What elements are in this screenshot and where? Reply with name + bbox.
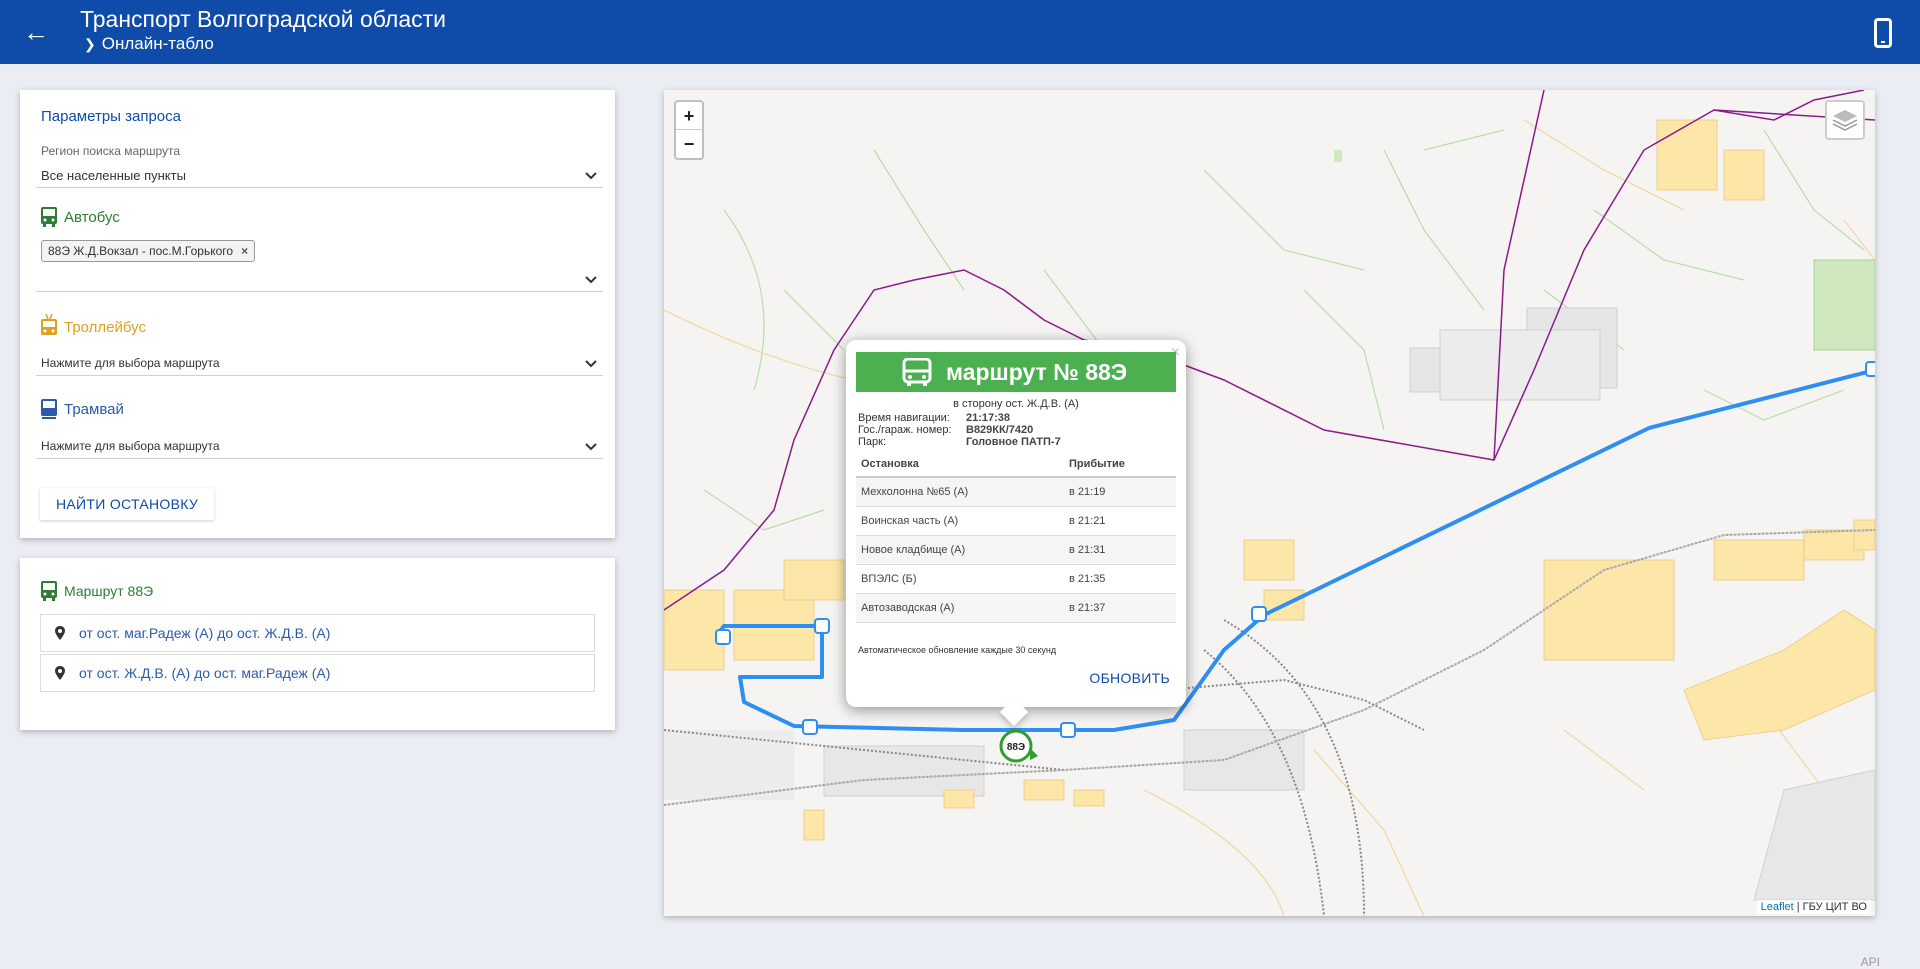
stop-arrival: в 21:31 — [1064, 535, 1176, 565]
vehicle-popup: × маршрут № 88Э в сторону ост. Ж.Д.В. (А… — [846, 340, 1186, 727]
bus-icon — [41, 207, 57, 227]
chevron-down-icon — [585, 276, 597, 284]
zoom-out-button[interactable]: − — [676, 130, 702, 158]
map-view[interactable]: 88Э + − Leaflet | ГБУ ЦИТ ВО × маршрут № — [664, 90, 1875, 916]
vehicle-label: 88Э — [1007, 742, 1025, 753]
query-params-card: Параметры запроса Регион поиска маршрута… — [20, 90, 615, 538]
mobile-phone-icon[interactable] — [1874, 18, 1892, 48]
stop-arrival: в 21:35 — [1064, 564, 1176, 594]
stops-table: Остановка Прибытие Мехколонна №65 (А) в 2… — [856, 452, 1176, 623]
back-arrow-icon[interactable]: ← — [20, 16, 52, 48]
tram-section-title: Трамвай — [40, 398, 124, 420]
stop-arrival: в 21:21 — [1064, 506, 1176, 536]
chevron-down-icon — [585, 443, 597, 451]
route-direction-2[interactable]: от ост. Ж.Д.В. (А) до ост. маг.Радеж (А) — [40, 654, 595, 692]
trolleybus-section-title: Троллейбус — [40, 314, 146, 340]
table-row: Воинская часть (А) в 21:21 — [856, 506, 1176, 536]
zoom-in-button[interactable]: + — [676, 102, 702, 130]
park-label: Парк: — [858, 436, 887, 448]
tram-title-text: Трамвай — [64, 400, 124, 418]
route-card: Маршрут 88Э от ост. маг.Радеж (А) до ост… — [20, 558, 615, 730]
attribution-text: | ГБУ ЦИТ ВО — [1793, 901, 1867, 913]
breadcrumb: ❯ Онлайн-табло — [84, 34, 214, 54]
remove-tag-icon[interactable]: × — [241, 244, 248, 258]
table-row: Мехколонна №65 (А) в 21:19 — [856, 477, 1176, 507]
map-pin-icon — [55, 626, 65, 640]
stop-name: Автозаводская (А) — [856, 593, 1064, 623]
route-card-title: Маршрут 88Э — [40, 580, 153, 602]
chevron-down-icon — [585, 360, 597, 368]
plate-label: Гос./гараж. номер: — [858, 424, 952, 436]
region-label: Регион поиска маршрута — [41, 144, 181, 158]
app-title: Транспорт Волгоградской области — [80, 6, 446, 32]
trolleybus-title-text: Троллейбус — [64, 318, 146, 336]
selected-route-text: 88Э Ж.Д.Вокзал - пос.М.Горького — [48, 244, 234, 258]
stop-name: ВПЭЛС (Б) — [856, 564, 1064, 594]
region-select[interactable]: Все населенные пункты — [36, 162, 603, 188]
stop-name: Мехколонна №65 (А) — [856, 477, 1064, 507]
park-row: Парк: Головное ПАТП-7 — [858, 436, 1061, 448]
find-stop-button[interactable]: НАЙТИ ОСТАНОВКУ — [40, 488, 215, 520]
map-pin-icon — [55, 666, 65, 680]
popup-direction: в сторону ост. Ж.Д.В. (А) — [953, 398, 1079, 410]
region-value: Все населенные пункты — [41, 168, 186, 183]
stop-name: Воинская часть (А) — [856, 506, 1064, 536]
tram-placeholder: Нажмите для выбора маршрута — [41, 439, 220, 453]
breadcrumb-item[interactable]: Онлайн-табло — [102, 34, 214, 53]
zoom-control: + − — [674, 100, 704, 160]
column-header: Остановка — [856, 452, 1064, 478]
nav-time-row: Время навигации: 21:17:38 — [858, 412, 1010, 424]
selected-route-tag: 88Э Ж.Д.Вокзал - пос.М.Горького × — [41, 240, 256, 262]
table-row: Автозаводская (А) в 21:37 — [856, 593, 1176, 623]
chevron-right-icon: ❯ — [84, 36, 96, 52]
trolleybus-placeholder: Нажмите для выбора маршрута — [41, 356, 220, 370]
bus-icon — [902, 358, 932, 386]
column-header: Прибытие — [1064, 452, 1176, 478]
trolleybus-route-select[interactable]: Нажмите для выбора маршрута — [36, 350, 603, 376]
plate-value: В829КК/7420 — [966, 424, 1034, 436]
app-header: ← Транспорт Волгоградской области ❯ Онлай… — [0, 0, 1920, 64]
table-row: Новое кладбище (А) в 21:31 — [856, 535, 1176, 565]
bus-route-select[interactable] — [36, 266, 603, 292]
popup-banner: маршрут № 88Э — [856, 352, 1176, 392]
auto-refresh-note: Автоматическое обновление каждые 30 секу… — [858, 645, 1057, 655]
route-direction-1[interactable]: от ост. маг.Радеж (А) до ост. Ж.Д.В. (А) — [40, 614, 595, 652]
nav-time-label: Время навигации: — [858, 412, 950, 424]
tram-route-select[interactable]: Нажмите для выбора маршрута — [36, 433, 603, 459]
api-link[interactable]: API — [1861, 955, 1880, 969]
chevron-down-icon — [585, 172, 597, 180]
tram-icon — [41, 399, 57, 419]
refresh-button[interactable]: ОБНОВИТЬ — [1089, 670, 1170, 686]
stop-arrival: в 21:19 — [1064, 477, 1176, 507]
bus-title-text: Автобус — [64, 208, 120, 226]
leaflet-link[interactable]: Leaflet — [1761, 901, 1794, 913]
stop-name: Новое кладбище (А) — [856, 535, 1064, 565]
table-row: ВПЭЛС (Б) в 21:35 — [856, 564, 1176, 594]
plate-row: Гос./гараж. номер: В829КК/7420 — [858, 424, 1033, 436]
nav-time-value: 21:17:38 — [966, 412, 1011, 424]
route-direction-text: от ост. маг.Радеж (А) до ост. Ж.Д.В. (А) — [79, 625, 331, 641]
bus-icon — [41, 581, 57, 601]
bus-section-title: Автобус — [40, 206, 120, 228]
layers-icon[interactable] — [1825, 100, 1865, 140]
params-title: Параметры запроса — [41, 108, 181, 125]
map-attribution: Leaflet | ГБУ ЦИТ ВО — [1756, 900, 1871, 914]
route-card-title-text: Маршрут 88Э — [64, 583, 154, 599]
popup-title: маршрут № 88Э — [946, 358, 1128, 385]
park-value: Головное ПАТП-7 — [966, 436, 1061, 448]
stop-arrival: в 21:37 — [1064, 593, 1176, 623]
route-direction-text: от ост. Ж.Д.В. (А) до ост. маг.Радеж (А) — [79, 665, 331, 681]
trolleybus-icon — [41, 314, 57, 335]
